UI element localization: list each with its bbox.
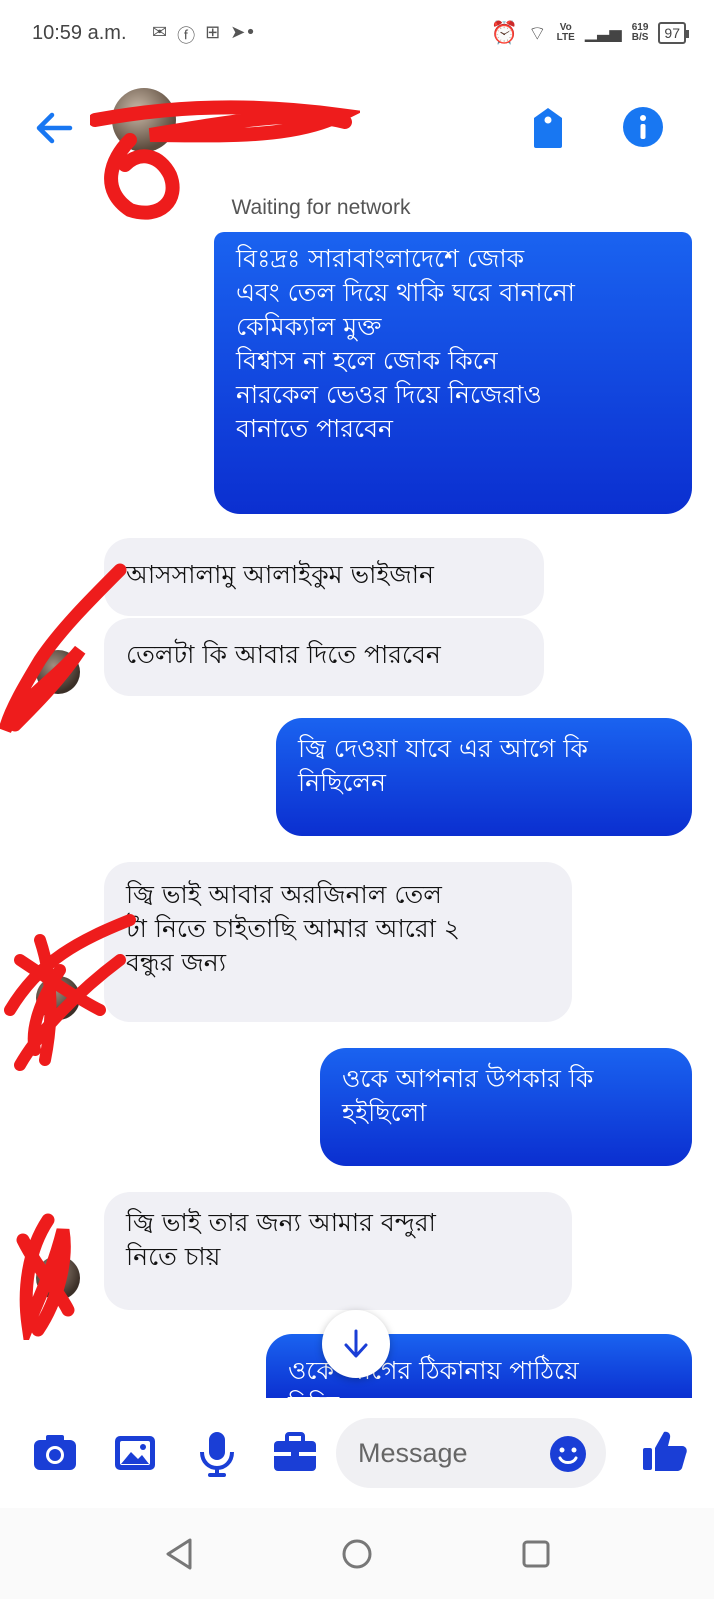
conversation-header bbox=[0, 80, 714, 220]
message-outgoing[interactable]: ওকে আপনার উপকার কি হইছিলো bbox=[320, 1048, 692, 1166]
sender-avatar[interactable] bbox=[36, 976, 80, 1020]
briefcase-icon[interactable] bbox=[270, 1428, 320, 1478]
sender-avatar[interactable] bbox=[36, 1256, 80, 1300]
nav-back-icon[interactable] bbox=[160, 1534, 200, 1574]
alarm-icon: ⏰ bbox=[490, 20, 518, 45]
message-incoming[interactable]: জ্বি ভাই আবার অরজিনাল তেল টা নিতে চাইতাছ… bbox=[104, 862, 572, 1022]
nav-recents-icon[interactable] bbox=[516, 1534, 556, 1574]
wifi-icon: ⌔ bbox=[527, 22, 547, 45]
signal-icon: ▁▃▅ bbox=[584, 25, 622, 42]
system-indicators: ⏰ ⌔ Vo LTE ▁▃▅ 619 B/S 97 bbox=[490, 20, 689, 46]
location-notification-icon: ➤• bbox=[230, 22, 256, 43]
arrow-down-icon bbox=[344, 1329, 368, 1358]
tag-icon[interactable] bbox=[528, 106, 568, 150]
nav-home-icon[interactable] bbox=[337, 1534, 377, 1574]
sender-avatar[interactable] bbox=[36, 650, 80, 694]
notification-icons: ✉ ⓕ ⊞ ➤• bbox=[152, 22, 256, 48]
message-incoming[interactable]: আসসালামু আলাইকুম ভাইজান bbox=[104, 538, 544, 616]
network-speed: 619 B/S bbox=[631, 22, 649, 43]
message-composer bbox=[0, 1398, 714, 1508]
battery-indicator: 97 bbox=[658, 22, 689, 44]
camera-icon[interactable] bbox=[30, 1428, 80, 1478]
network-status: Waiting for network bbox=[231, 196, 411, 219]
microphone-icon[interactable] bbox=[192, 1428, 242, 1478]
scroll-to-bottom-button[interactable] bbox=[322, 1310, 390, 1378]
image-icon[interactable] bbox=[110, 1428, 160, 1478]
message-incoming[interactable]: তেলটা কি আবার দিতে পারবেন bbox=[104, 618, 544, 696]
facebook-notification-icon: ⓕ bbox=[177, 26, 196, 47]
message-outgoing[interactable]: জ্বি দেওয়া যাবে এর আগে কি নিছিলেন bbox=[276, 718, 692, 836]
message-incoming[interactable]: জ্বি ভাই তার জন্য আমার বন্দুরা নিতে চায় bbox=[104, 1192, 572, 1310]
messenger-notification-icon: ✉ bbox=[152, 22, 168, 43]
info-icon[interactable] bbox=[622, 106, 664, 148]
volte-indicator: Vo LTE bbox=[556, 22, 575, 43]
status-bar: 10:59 a.m. ✉ ⓕ ⊞ ➤• ⏰ ⌔ Vo LTE ▁▃▅ 619 B/S… bbox=[0, 0, 714, 72]
system-navigation-bar bbox=[0, 1508, 714, 1599]
back-arrow-icon[interactable] bbox=[30, 104, 78, 152]
message-outgoing[interactable]: বিঃদ্রঃ সারাবাংলাদেশে জোক এবং তেল দিয়ে … bbox=[214, 232, 692, 514]
game-notification-icon: ⊞ bbox=[205, 22, 221, 43]
status-time: 10:59 a.m. bbox=[32, 22, 127, 44]
thumbs-up-icon[interactable] bbox=[640, 1426, 690, 1476]
smiley-icon[interactable] bbox=[548, 1434, 588, 1474]
